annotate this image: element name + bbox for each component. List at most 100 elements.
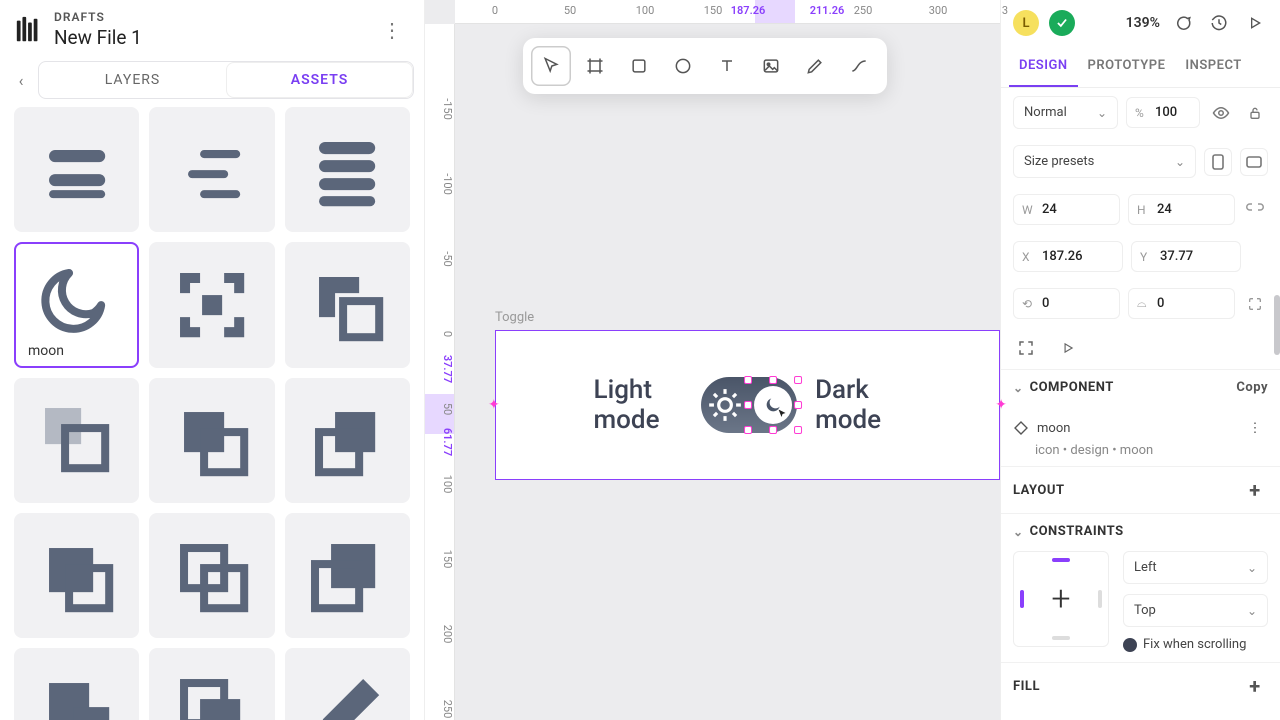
tab-prototype[interactable]: PROTOTYPE xyxy=(1078,46,1176,87)
ruler-v-tick: 50 xyxy=(425,403,454,415)
toggle-knob[interactable] xyxy=(754,386,792,424)
height-field[interactable]: H24 xyxy=(1128,194,1235,225)
layout-add-icon[interactable]: + xyxy=(1242,477,1268,503)
comment-icon[interactable] xyxy=(1170,10,1196,36)
fix-scrolling-checkbox[interactable]: Fix when scrolling xyxy=(1123,637,1268,652)
asset-shape6-icon[interactable] xyxy=(285,513,410,638)
fill-add-icon[interactable]: + xyxy=(1242,673,1268,699)
tab-design[interactable]: DESIGN xyxy=(1009,46,1078,87)
component-more-icon[interactable]: ⋮ xyxy=(1242,415,1268,441)
y-field[interactable]: Y37.77 xyxy=(1131,241,1241,272)
avatar-user-l[interactable]: L xyxy=(1013,10,1039,36)
ruler-v-tick: -150 xyxy=(425,98,454,120)
asset-moon-label: moon xyxy=(24,342,68,360)
ruler-h-tick: 300 xyxy=(929,0,948,22)
frame-label[interactable]: Toggle xyxy=(495,310,534,325)
dark-mode-label: Dark mode xyxy=(815,375,901,435)
asset-shape4-icon[interactable] xyxy=(14,513,139,638)
right-panel: L 139% DESIGN PROTOTYPE INSPECT Normal⌄ … xyxy=(1000,0,1280,720)
ruler-v-mark: 61.77 xyxy=(425,428,454,456)
visibility-icon[interactable] xyxy=(1208,100,1234,126)
asset-shape5-icon[interactable] xyxy=(149,513,274,638)
ruler-h-mark: 187.26 xyxy=(731,0,766,22)
ruler-v-tick: 0 xyxy=(425,331,454,337)
ruler-h-tick: 0 xyxy=(492,0,498,22)
fill-section-title: FILL xyxy=(1013,679,1040,694)
tab-inspect[interactable]: INSPECT xyxy=(1175,46,1251,87)
asset-menu-icon[interactable] xyxy=(14,107,139,232)
left-panel: DRAFTS New File 1 ⋮ ‹ LAYERS ASSETS xyxy=(0,0,425,720)
play-small-icon[interactable] xyxy=(1055,335,1081,361)
tab-layers[interactable]: LAYERS xyxy=(39,62,226,98)
asset-shape8-icon[interactable] xyxy=(149,648,274,720)
app-logo-icon xyxy=(14,15,44,45)
constraint-v-select[interactable]: Top⌄ xyxy=(1123,594,1268,627)
component-name[interactable]: moon xyxy=(1037,421,1070,436)
asset-shape7-icon[interactable] xyxy=(14,648,139,720)
independent-corners-icon[interactable] xyxy=(1243,291,1268,317)
component-copy[interactable]: Copy xyxy=(1236,380,1268,395)
link-wh-icon[interactable] xyxy=(1243,197,1268,223)
snap-indicator-right: ✦ xyxy=(995,397,1007,413)
width-field[interactable]: W24 xyxy=(1013,194,1120,225)
sun-icon xyxy=(706,386,744,424)
ruler-h-tick: 100 xyxy=(636,0,655,22)
layout-section-title: LAYOUT xyxy=(1013,483,1065,498)
asset-grid-scroll[interactable]: moon xyxy=(0,107,424,720)
back-chevron-icon[interactable]: ‹ xyxy=(10,71,32,90)
ruler-v-tick: 250 xyxy=(425,700,454,719)
ruler-vertical[interactable]: -150 -100 -50 0 37.77 50 61.77 100 150 2… xyxy=(425,24,455,720)
ruler-h-tick: 50 xyxy=(564,0,576,22)
tab-assets[interactable]: ASSETS xyxy=(226,62,413,98)
asset-shape1-icon[interactable] xyxy=(14,378,139,503)
asset-shape2-icon[interactable] xyxy=(149,378,274,503)
zoom-level[interactable]: 139% xyxy=(1126,15,1160,31)
ruler-h-tick: 250 xyxy=(854,0,873,22)
constraints-widget[interactable]: + xyxy=(1013,551,1109,647)
blend-mode-select[interactable]: Normal⌄ xyxy=(1013,96,1118,129)
ruler-h-tick: 3 xyxy=(1002,0,1008,22)
canvas-area[interactable]: 0 50 100 150 187.26 211.26 250 300 3 -15… xyxy=(425,0,1000,720)
landscape-icon[interactable] xyxy=(1240,148,1268,176)
ruler-v-tick: 200 xyxy=(425,625,454,644)
asset-pen-icon[interactable] xyxy=(285,648,410,720)
asset-list-icon[interactable] xyxy=(149,107,274,232)
file-more-icon[interactable]: ⋮ xyxy=(374,14,410,46)
constraint-h-select[interactable]: Left⌄ xyxy=(1123,551,1268,584)
portrait-icon[interactable] xyxy=(1204,148,1232,176)
ruler-v-tick: 100 xyxy=(425,475,454,494)
ruler-h-mark: 211.26 xyxy=(810,0,845,22)
component-path: icon • design • moon xyxy=(1001,443,1280,466)
selection-handles[interactable] xyxy=(748,380,798,430)
ruler-horizontal[interactable]: 0 50 100 150 187.26 211.26 250 300 3 xyxy=(455,0,1000,24)
component-diamond-icon xyxy=(1013,420,1029,436)
constraints-section-title: CONSTRAINTS xyxy=(1030,524,1124,539)
ruler-v-mark: 37.77 xyxy=(425,355,454,383)
file-name[interactable]: New File 1 xyxy=(54,26,374,49)
ruler-v-tick: 150 xyxy=(425,550,454,569)
snap-indicator-left: ✦ xyxy=(488,397,500,413)
asset-moon[interactable]: moon xyxy=(14,242,139,367)
play-icon[interactable] xyxy=(1242,10,1268,36)
resize-to-fit-icon[interactable] xyxy=(1013,335,1039,361)
radius-field[interactable]: ⌓0 xyxy=(1128,288,1235,319)
lock-icon[interactable] xyxy=(1242,100,1268,126)
frame-toggle[interactable]: ✦ ✦ Light mode xyxy=(495,330,1000,480)
opacity-field[interactable]: %100 xyxy=(1126,97,1200,128)
toggle-switch[interactable] xyxy=(701,377,797,433)
history-icon[interactable] xyxy=(1206,10,1232,36)
ruler-h-tick: 150 xyxy=(704,0,723,22)
asset-shape3-icon[interactable] xyxy=(285,378,410,503)
light-mode-label: Light mode xyxy=(594,375,684,435)
avatar-check[interactable] xyxy=(1049,10,1075,36)
component-section-title: COMPONENT xyxy=(1030,380,1114,395)
asset-stack-icon[interactable] xyxy=(285,107,410,232)
x-field[interactable]: X187.26 xyxy=(1013,241,1123,272)
drafts-label: DRAFTS xyxy=(54,10,374,24)
asset-focus-icon[interactable] xyxy=(149,242,274,367)
asset-subtract-icon[interactable] xyxy=(285,242,410,367)
ruler-v-tick: -100 xyxy=(425,173,454,195)
size-presets-select[interactable]: Size presets⌄ xyxy=(1013,145,1196,178)
rotation-field[interactable]: ⟲0 xyxy=(1013,288,1120,319)
ruler-v-tick: -50 xyxy=(425,251,454,266)
